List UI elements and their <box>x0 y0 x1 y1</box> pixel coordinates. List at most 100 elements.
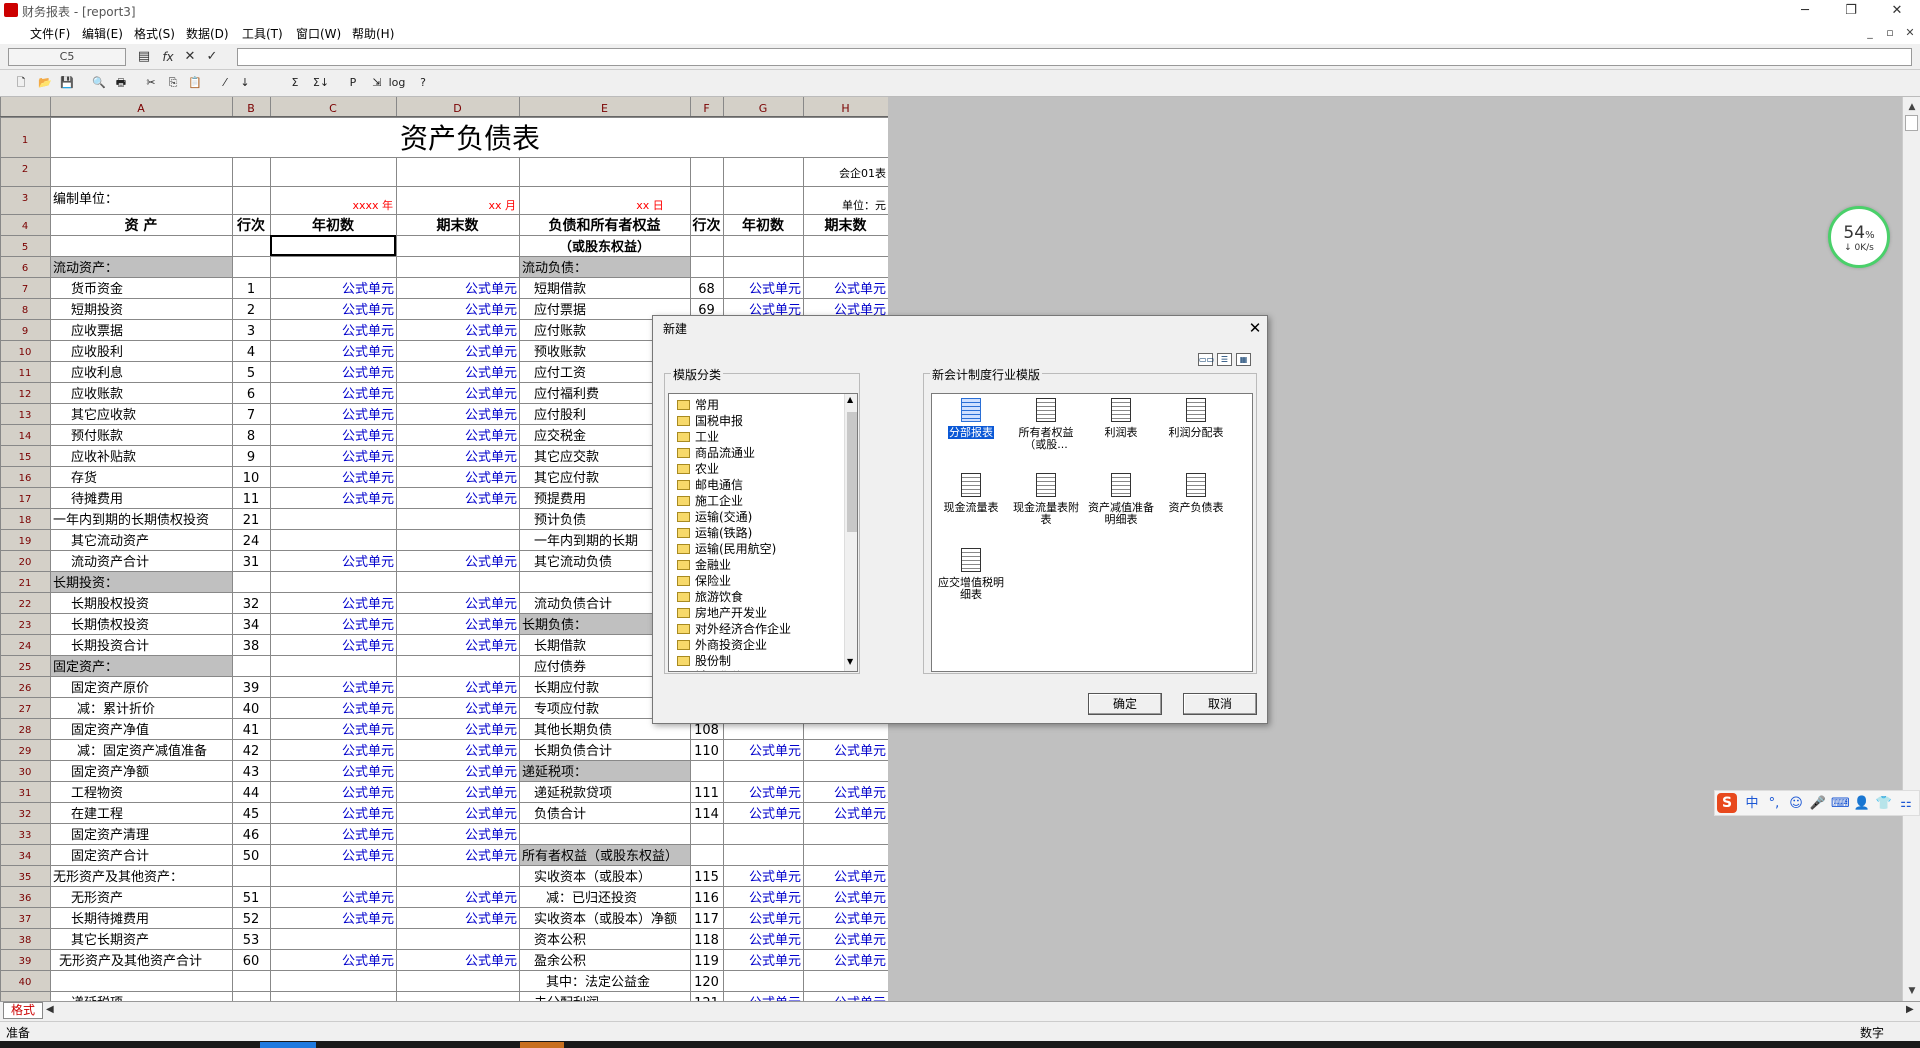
new-icon[interactable]: 🗋 <box>12 74 30 92</box>
ime-lang-icon[interactable]: 中 <box>1743 795 1761 813</box>
list-scroll-up-icon[interactable]: ▲ <box>847 395 853 404</box>
category-item[interactable]: 股份制 <box>677 652 731 668</box>
save-icon[interactable]: 💾 <box>58 74 76 92</box>
confirm-edit-icon[interactable]: ✓ <box>202 47 222 67</box>
minimize-button[interactable]: ─ <box>1782 0 1828 22</box>
preview-icon[interactable]: 🔍 <box>90 74 108 92</box>
liability-begin-formula: 公式单元 <box>749 282 801 297</box>
ime-emoji-icon[interactable]: ☺ <box>1787 795 1805 813</box>
view-details-icon[interactable]: ▦ <box>1236 353 1251 366</box>
vertical-scrollbar[interactable]: ▲ ▼ <box>1902 97 1920 1001</box>
menu-edit[interactable]: 编辑(E) <box>82 25 123 42</box>
formula-input[interactable] <box>237 48 1912 66</box>
scroll-down-icon[interactable]: ▼ <box>1904 983 1920 999</box>
sheet-tab-format[interactable]: 格式 <box>3 1002 43 1019</box>
scroll-up-icon[interactable]: ▲ <box>1904 99 1920 115</box>
menu-data[interactable]: 数据(D) <box>186 25 229 42</box>
calculator-icon[interactable]: ▤ <box>134 47 154 67</box>
cell-name-box[interactable]: C5 <box>8 48 126 66</box>
template-item[interactable]: 利润分配表 <box>1161 398 1231 439</box>
list-scroll-down-icon[interactable]: ▼ <box>847 657 853 666</box>
menu-tools[interactable]: 工具(T) <box>242 25 283 42</box>
scroll-thumb[interactable] <box>1905 115 1918 131</box>
ime-skin-icon[interactable]: 👕 <box>1875 795 1893 813</box>
category-item[interactable]: 对外经济合作企业 <box>677 620 791 636</box>
p-icon[interactable]: P <box>344 74 362 92</box>
print-icon[interactable]: 🖶 <box>112 74 130 92</box>
tab-scroll-left-icon[interactable]: ◀ <box>46 1004 54 1015</box>
category-item[interactable]: 农业 <box>677 460 719 476</box>
menu-file[interactable]: 文件(F) <box>30 25 70 42</box>
category-item[interactable]: 邮电通信 <box>677 476 743 492</box>
restore-button[interactable]: ❐ <box>1828 0 1874 22</box>
category-item[interactable]: 施工企业 <box>677 492 743 508</box>
category-item[interactable]: 常用 <box>677 396 719 412</box>
ime-user-icon[interactable]: 👤 <box>1853 795 1871 813</box>
sum-row-icon[interactable]: Σ↓ <box>312 74 330 92</box>
network-speed: ↓ 0K/s <box>1844 243 1874 253</box>
mdi-close-button[interactable]: ✕ <box>1900 26 1920 42</box>
ok-button[interactable]: 确定 <box>1088 693 1162 715</box>
cancel-edit-icon[interactable]: ✕ <box>180 47 200 67</box>
menu-window[interactable]: 窗口(W) <box>296 25 341 42</box>
view-large-icons-icon[interactable]: ▭▭ <box>1198 353 1214 366</box>
category-item[interactable]: 运输(交通) <box>677 508 752 524</box>
fill-icon[interactable]: ⇲ <box>368 74 386 92</box>
asset-end-formula: 公式单元 <box>465 303 517 318</box>
ime-menu-icon[interactable]: ⚏ <box>1897 795 1915 813</box>
network-speed-widget[interactable]: 54% ↓ 0K/s <box>1828 206 1890 268</box>
list-scroll-thumb[interactable] <box>847 412 857 532</box>
category-item[interactable]: 国税申报 <box>677 412 743 428</box>
copy-icon[interactable]: ⎘ <box>164 74 182 92</box>
selected-cell[interactable] <box>270 235 396 256</box>
ime-voice-icon[interactable]: 🎤 <box>1809 795 1827 813</box>
asset-label: 减：固定资产减值准备 <box>77 743 207 759</box>
paste-icon[interactable]: 📋 <box>186 74 204 92</box>
category-item[interactable]: 外商投资企业 <box>677 636 767 652</box>
dialog-close-icon[interactable]: ✕ <box>1245 318 1265 338</box>
category-item[interactable]: 房地产开发业 <box>677 604 767 620</box>
view-list-icon[interactable]: ☰ <box>1217 353 1232 366</box>
category-item[interactable]: 旅游饮食 <box>677 588 743 604</box>
close-window-button[interactable]: ✕ <box>1874 0 1920 22</box>
template-item[interactable]: 现金流量表附表 <box>1011 473 1081 526</box>
category-item[interactable]: 工业 <box>677 428 719 444</box>
category-item[interactable]: 金融业 <box>677 556 731 572</box>
template-item[interactable]: 所有者权益（或股... <box>1011 398 1081 451</box>
format-painter-icon[interactable]: ⁄ <box>216 74 234 92</box>
sogou-logo-icon[interactable]: S <box>1717 793 1737 813</box>
template-item[interactable]: 现金流量表 <box>936 473 1006 514</box>
function-icon[interactable]: fx <box>158 47 178 67</box>
cut-icon[interactable]: ✂ <box>142 74 160 92</box>
log-icon[interactable]: log <box>388 74 406 92</box>
category-item[interactable]: 运输(民用航空) <box>677 540 776 556</box>
ime-keyboard-icon[interactable]: ⌨ <box>1831 795 1850 813</box>
category-item[interactable]: 城乡集体 <box>677 668 743 671</box>
ime-punct-icon[interactable]: °, <box>1765 795 1783 813</box>
ime-toolbar[interactable]: S 中 °, ☺ 🎤 ⌨ 👤 👕 ⚏ <box>1714 790 1920 816</box>
category-item[interactable]: 商品流通业 <box>677 444 755 460</box>
template-item[interactable]: 利润表 <box>1086 398 1156 439</box>
template-item[interactable]: 资产减值准备明细表 <box>1086 473 1156 526</box>
category-label: 运输(民用航空) <box>695 542 777 556</box>
category-list[interactable]: 常用 国税申报 工业 商品流通业 农业 邮电通信 施工企业 运输(交通) 运输(铁路) 运输(民用… <box>668 393 858 672</box>
asset-label: 流动资产： <box>53 261 118 276</box>
mdi-restore-button[interactable]: ▫ <box>1880 26 1900 42</box>
template-item[interactable]: 应交增值税明细表 <box>936 548 1006 601</box>
menu-help[interactable]: 帮助(H) <box>352 25 394 42</box>
category-item[interactable]: 运输(铁路) <box>677 524 752 540</box>
template-item[interactable]: 资产负债表 <box>1161 473 1231 514</box>
tab-scroll-right-icon[interactable]: ▶ <box>1906 1004 1914 1015</box>
category-item[interactable]: 保险业 <box>677 572 731 588</box>
sum-icon[interactable]: Σ <box>286 74 304 92</box>
template-item[interactable]: 分部报表 <box>936 398 1006 439</box>
mdi-minimize-button[interactable]: _ <box>1860 26 1880 42</box>
template-list[interactable]: 分部报表 所有者权益（或股... 利润表 利润分配表现金流量表 现金流量表附表 资产减值准… <box>931 393 1253 672</box>
category-scrollbar[interactable]: ▲ ▼ <box>844 394 857 671</box>
sort-icon[interactable]: ↓ <box>236 74 254 92</box>
menu-format[interactable]: 格式(S) <box>134 25 175 42</box>
asset-label: 流动资产合计 <box>71 555 149 570</box>
open-icon[interactable]: 📂 <box>36 74 54 92</box>
cancel-button[interactable]: 取消 <box>1183 693 1257 715</box>
help-icon[interactable]: ? <box>414 74 432 92</box>
